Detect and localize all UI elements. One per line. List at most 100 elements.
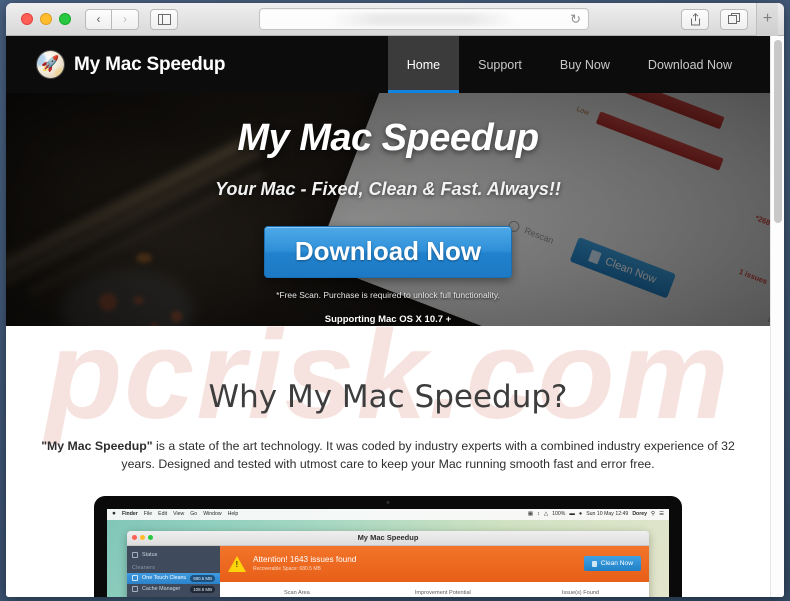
hero-download-now-button[interactable]: Download Now (263, 225, 513, 278)
column-header-improvement-potential: Improvement Potential (414, 589, 471, 596)
volume-icon[interactable]: ● (579, 511, 582, 517)
site-navigation-bar: 🚀 My Mac Speedup Home Support Buy Now Do… (6, 36, 770, 93)
why-body-rest: is a state of the art technology. It was… (121, 439, 735, 471)
site-brand[interactable]: 🚀 My Mac Speedup (6, 36, 226, 93)
sidebar-item-one-touch-cleanup[interactable]: One Touch Cleanup 680.5 MB (127, 572, 220, 584)
column-header-issues-found: Issue(s) Found (561, 589, 600, 596)
wifi-icon[interactable]: △ (544, 511, 548, 517)
tabs-icon (728, 13, 740, 24)
close-window-button[interactable] (21, 13, 33, 25)
menu-item-finder[interactable]: Finder (122, 511, 138, 517)
sidebar-item-badge: 108.6 MB (190, 585, 215, 593)
menu-bar-left: ● Finder File Edit View Go Window Help (112, 510, 239, 518)
rocket-icon: 🚀 (40, 55, 61, 74)
sidebar-item-label: Status (142, 551, 158, 558)
url-redaction (330, 13, 515, 26)
brand-name: My Mac Speedup (74, 53, 226, 75)
trash-icon (591, 560, 597, 567)
sidebar-item-badge: 680.5 MB (190, 574, 215, 582)
sidebar-item-label: Cache Manager (142, 586, 181, 593)
menu-bar-datetime: Sun 10 May 12:49 (586, 511, 629, 518)
why-section-body: "My Mac Speedup" is a state of the art t… (35, 438, 741, 474)
search-icon[interactable]: ⚲ (651, 511, 655, 517)
new-tab-button[interactable]: + (756, 3, 778, 36)
sidebar-item-label: One Touch Cleanup (142, 575, 187, 582)
alert-title: Attention! 1643 issues found (253, 555, 357, 565)
menu-bar-status-area: ▦ ↕ △ 100% ▬ ● Sun 10 May 12:49 Dorey ⚲ (528, 511, 664, 517)
bluetooth-icon[interactable]: ↕ (537, 511, 540, 517)
clean-now-label: Clean Now (600, 560, 633, 568)
minimize-window-button[interactable] (40, 13, 52, 25)
attention-alert-banner: Attention! 1643 issues found Recoverable… (220, 545, 649, 582)
window-controls (12, 13, 83, 25)
why-body-strong: "My Mac Speedup" (41, 439, 153, 453)
why-section-title: Why My Mac Speedup? (208, 379, 568, 415)
app-title-bar: My Mac Speedup (127, 530, 649, 546)
nav-links: Home Support Buy Now Download Now (387, 36, 770, 93)
app-clean-now-button[interactable]: Clean Now (583, 556, 641, 572)
menu-bar-user[interactable]: Dorey (632, 511, 647, 517)
display-icon[interactable]: ▦ (528, 511, 533, 517)
app-title: My Mac Speedup (357, 533, 419, 543)
laptop-body: ● Finder File Edit View Go Window Help ▦… (94, 495, 682, 597)
macos-menu-bar: ● Finder File Edit View Go Window Help ▦… (107, 508, 669, 520)
notification-center-icon[interactable]: ☰ (659, 511, 664, 517)
logo-badge: 🚀 (37, 51, 64, 78)
hero-fineprint: *Free Scan. Purchase is required to unlo… (276, 289, 500, 300)
sidebar-item-logs-manager[interactable]: Logs Manager 1.9 MB (127, 595, 220, 597)
laptop-mockup: ● Finder File Edit View Go Window Help ▦… (94, 495, 682, 597)
warning-triangle-icon (228, 555, 246, 572)
sidebar-item-cache-manager[interactable]: Cache Manager 108.6 MB (127, 584, 220, 595)
monitor-icon (132, 551, 138, 558)
alert-subtitle: Recoverable Space: 680.5 MB (253, 566, 321, 573)
results-column-headers: Scan Area Improvement Potential Issue(s)… (220, 582, 649, 596)
desktop-background: ‹ › ↻ + 🚀 My Mac Speedup Home Support Bu… (0, 0, 790, 601)
back-button[interactable]: ‹ (85, 8, 112, 30)
forward-button[interactable]: › (112, 8, 139, 30)
column-header-scan-area: Scan Area (283, 589, 310, 596)
nav-item-buy-now[interactable]: Buy Now (541, 36, 629, 93)
menu-item-go[interactable]: Go (190, 511, 197, 517)
sidebar-icon (157, 13, 171, 25)
apple-logo-icon[interactable]: ● (112, 510, 116, 518)
battery-icon[interactable]: ▬ (569, 511, 575, 517)
reload-icon[interactable]: ↻ (570, 13, 581, 26)
maximize-window-button[interactable] (59, 13, 71, 25)
share-icon (690, 12, 700, 25)
webcam-icon (386, 500, 390, 504)
cache-icon (132, 586, 138, 593)
show-tabs-button[interactable] (720, 8, 748, 30)
sidebar-item-status[interactable]: Status (127, 550, 220, 560)
nav-item-home[interactable]: Home (387, 36, 460, 93)
safari-browser-window: ‹ › ↻ + 🚀 My Mac Speedup Home Support Bu… (6, 3, 784, 597)
navigation-buttons: ‹ › (85, 8, 139, 30)
web-page: 🚀 My Mac Speedup Home Support Buy Now Do… (6, 36, 770, 597)
menu-item-help[interactable]: Help (228, 511, 239, 517)
sidebar-toggle-button[interactable] (150, 8, 178, 30)
address-bar-container: ↻ (178, 8, 670, 30)
hero-title: My Mac Speedup (237, 117, 539, 159)
hero-content: My Mac Speedup Your Mac - Fixed, Clean &… (6, 93, 770, 326)
toolbar-right-tools: + (670, 3, 778, 36)
menu-item-window[interactable]: Window (203, 511, 221, 517)
app-main-panel: Attention! 1643 issues found Recoverable… (220, 545, 649, 597)
laptop-screen: ● Finder File Edit View Go Window Help ▦… (107, 508, 669, 597)
page-scrollbar[interactable] (770, 36, 784, 597)
menu-item-view[interactable]: View (173, 511, 184, 517)
alert-text-block: Attention! 1643 issues found Recoverable… (253, 555, 577, 572)
battery-percent: 100% (552, 511, 566, 518)
nav-item-support[interactable]: Support (459, 36, 541, 93)
app-sidebar: Status Cleaners One Touch Cleanup 680.5 … (127, 545, 220, 597)
app-body: Status Cleaners One Touch Cleanup 680.5 … (127, 545, 649, 597)
why-section: pcrisk.com Why My Mac Speedup? "My Mac S… (6, 326, 770, 597)
scrollbar-thumb[interactable] (774, 40, 782, 223)
nav-item-download-now[interactable]: Download Now (629, 36, 751, 93)
broom-icon (132, 575, 138, 582)
menu-item-edit[interactable]: Edit (158, 511, 167, 517)
sidebar-group-header: Cleaners (132, 564, 156, 571)
hero-support-note: Supporting Mac OS X 10.7 + (324, 313, 452, 325)
address-bar[interactable]: ↻ (259, 8, 589, 30)
menu-item-file[interactable]: File (144, 511, 152, 517)
my-mac-speedup-app-window: My Mac Speedup Status Cleaners One Touch… (127, 530, 649, 597)
share-button[interactable] (681, 8, 709, 30)
